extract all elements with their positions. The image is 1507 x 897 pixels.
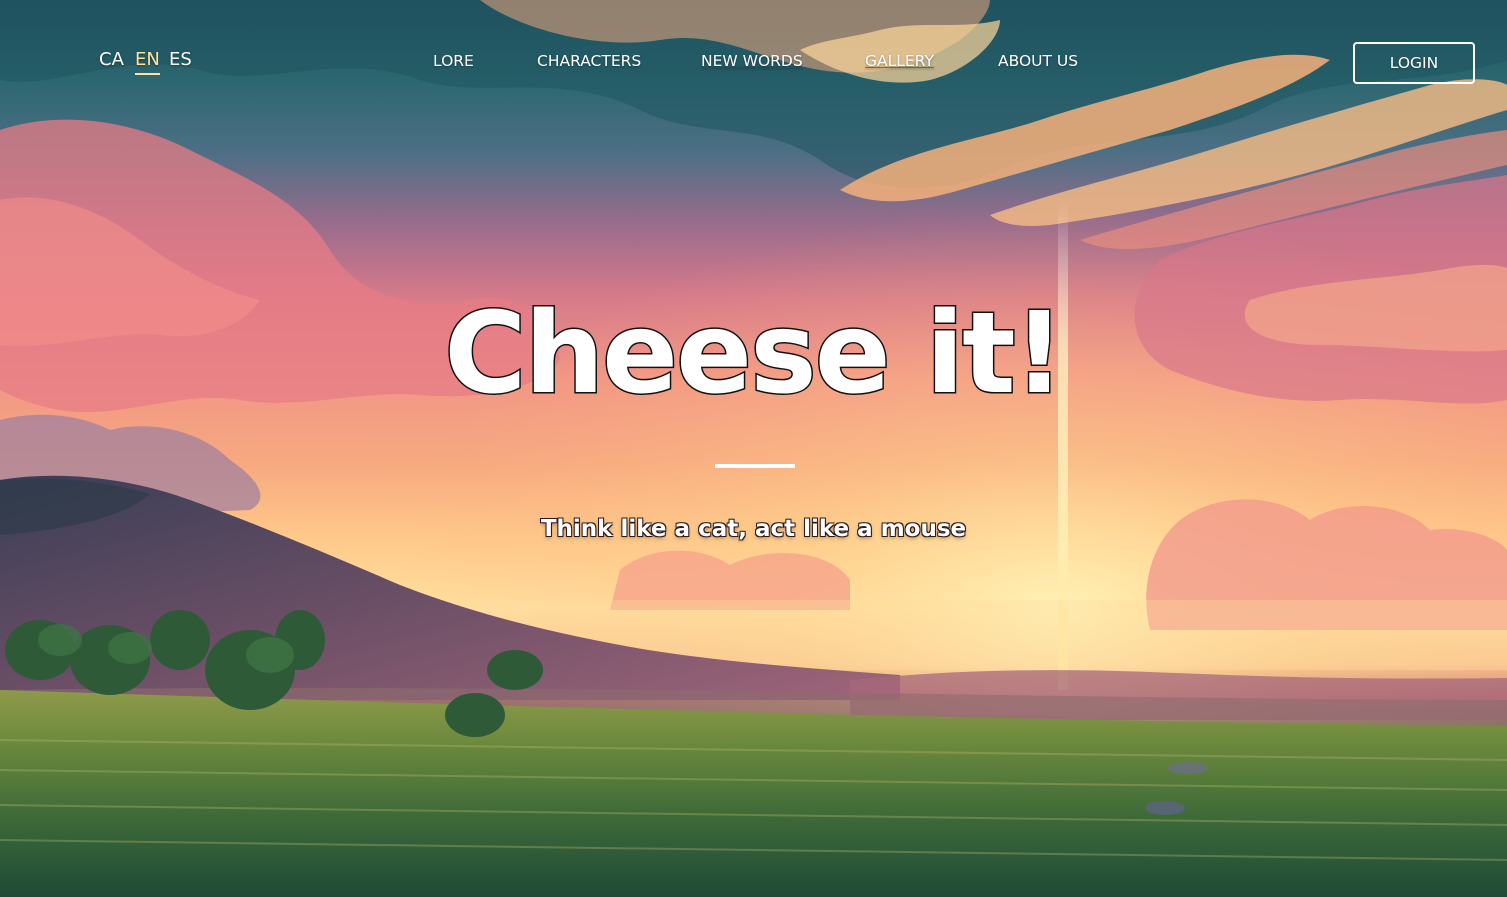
hero-divider [715, 464, 795, 468]
language-en[interactable]: EN [135, 49, 160, 75]
nav-lore[interactable]: LORE [433, 52, 474, 70]
language-ca[interactable]: CA [99, 49, 124, 70]
nav-new-words[interactable]: NEW WORDS [701, 52, 803, 70]
login-button[interactable]: LOGIN [1353, 42, 1475, 84]
top-navigation: CA EN ES LORE CHARACTERS NEW WORDS GALLE… [0, 0, 1507, 120]
language-es[interactable]: ES [169, 49, 192, 70]
hero-title: Cheese it! [443, 288, 1066, 420]
hero-background-image [0, 0, 1507, 897]
nav-about-us[interactable]: ABOUT US [998, 52, 1078, 70]
nav-characters[interactable]: CHARACTERS [537, 52, 641, 70]
hero-subtitle: Think like a cat, act like a mouse [540, 516, 967, 542]
nav-gallery[interactable]: GALLERY [865, 52, 934, 70]
